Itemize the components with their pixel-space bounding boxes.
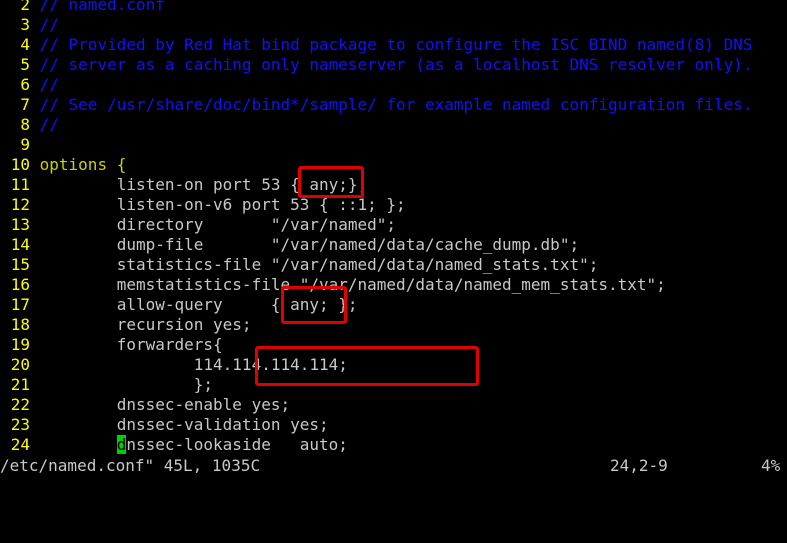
code-line[interactable]: 16 memstatistics-file "/var/named/data/n…	[0, 275, 787, 295]
line-number: 3	[20, 15, 30, 34]
code-line[interactable]: 24 dnssec-lookaside auto;	[0, 435, 787, 455]
line-number: 15	[10, 255, 30, 274]
comment-text: // See /usr/share/doc/bind*/sample/ for …	[39, 95, 753, 114]
code-text: forwarders{	[39, 335, 223, 354]
code-line[interactable]: 4 // Provided by Red Hat bind package to…	[0, 35, 787, 55]
code-line[interactable]: 8 //	[0, 115, 787, 135]
code-line[interactable]: 6 //	[0, 75, 787, 95]
line-number: 24	[10, 435, 30, 454]
line-number: 19	[10, 335, 30, 354]
comment-text: //	[39, 115, 59, 134]
code-text: recursion yes;	[39, 315, 252, 334]
line-number: 9	[20, 135, 30, 154]
line-number: 7	[20, 95, 30, 114]
highlight-listen-on-any	[298, 166, 364, 198]
line-number: 11	[10, 175, 30, 194]
code-line[interactable]: 14 dump-file "/var/named/data/cache_dump…	[0, 235, 787, 255]
line-number: 2	[20, 0, 30, 14]
code-text: options {	[39, 155, 127, 174]
vim-editor[interactable]: 2 // named.conf 3 //4 // Provided by Red …	[0, 0, 787, 455]
code-line[interactable]: 11 listen-on port 53 { any;};	[0, 175, 787, 195]
line-number: 6	[20, 75, 30, 94]
code-text: dnssec-enable yes;	[39, 395, 291, 414]
status-bar: /etc/named.conf" 45L, 1035C 24,2-9 4%	[0, 455, 787, 480]
code-line[interactable]: 12 listen-on-v6 port 53 { ::1; };	[0, 195, 787, 215]
line-number: 10	[10, 155, 30, 174]
line-number: 18	[10, 315, 30, 334]
comment-text: // server as a caching only nameserver (…	[39, 55, 753, 74]
line-number: 13	[10, 215, 30, 234]
code-text: statistics-file "/var/named/data/named_s…	[39, 255, 599, 274]
line-number: 20	[10, 355, 30, 374]
code-line[interactable]: 13 directory "/var/named";	[0, 215, 787, 235]
code-line[interactable]: 7 // See /usr/share/doc/bind*/sample/ fo…	[0, 95, 787, 115]
code-line[interactable]: 22 dnssec-enable yes;	[0, 395, 787, 415]
line-number: 12	[10, 195, 30, 214]
line-number: 16	[10, 275, 30, 294]
highlight-allow-query-any	[281, 286, 347, 324]
code-line[interactable]: 9	[0, 135, 787, 155]
comment-text: //	[39, 15, 59, 34]
status-file-info: /etc/named.conf" 45L, 1035C	[0, 456, 261, 475]
code-line[interactable]: 17 allow-query { any; };	[0, 295, 787, 315]
line-number: 5	[20, 55, 30, 74]
status-cursor-position: 24,2-9	[610, 456, 668, 475]
code-text: nssec-lookaside auto;	[126, 435, 348, 454]
line-number: 23	[10, 415, 30, 434]
comment-text: // named.conf	[39, 0, 165, 14]
line-number: 22	[10, 395, 30, 414]
code-text: directory "/var/named";	[39, 215, 397, 234]
code-text: dump-file "/var/named/data/cache_dump.db…	[39, 235, 580, 254]
code-line[interactable]: 3 //	[0, 15, 787, 35]
code-line[interactable]: 10 options {	[0, 155, 787, 175]
line-number: 17	[10, 295, 30, 314]
code-line[interactable]: 23 dnssec-validation yes;	[0, 415, 787, 435]
line-number: 4	[20, 35, 30, 54]
code-text: };	[39, 375, 214, 394]
status-scroll-percent: 4%	[761, 456, 781, 475]
line-number: 21	[10, 375, 30, 394]
code-text: memstatistics-file "/var/named/data/name…	[39, 275, 666, 294]
code-line[interactable]: 18 recursion yes;	[0, 315, 787, 335]
line-number: 14	[10, 235, 30, 254]
highlight-forwarders-ip	[255, 346, 479, 386]
code-line[interactable]: 2 // named.conf	[0, 0, 787, 15]
code-text: dnssec-validation yes;	[39, 415, 329, 434]
line-number: 8	[20, 115, 30, 134]
code-line[interactable]: 15 statistics-file "/var/named/data/name…	[0, 255, 787, 275]
comment-text: //	[39, 75, 59, 94]
text-cursor: d	[116, 435, 127, 454]
code-line[interactable]: 5 // server as a caching only nameserver…	[0, 55, 787, 75]
comment-text: // Provided by Red Hat bind package to c…	[39, 35, 753, 54]
